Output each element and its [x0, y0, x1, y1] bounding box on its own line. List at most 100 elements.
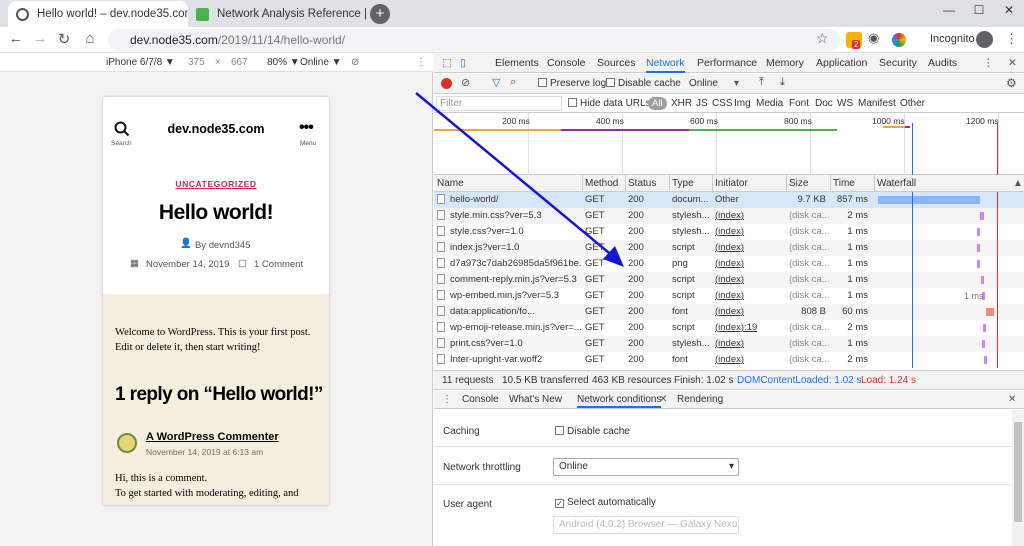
reload-button[interactable]: ↻ [54, 30, 74, 48]
minimize-button[interactable]: — [934, 0, 964, 22]
drawer-tab-whats-new[interactable]: What's New [509, 394, 562, 405]
new-tab-button[interactable]: + [370, 4, 390, 24]
network-select[interactable]: Online ▼ [300, 57, 342, 68]
devtools-tab-console[interactable]: Console [547, 57, 586, 69]
bookmark-star-icon[interactable]: ☆ [816, 30, 829, 47]
category-link[interactable]: UNCATEGORIZED [103, 179, 329, 189]
cell-initiator[interactable]: (index) [712, 208, 786, 224]
drawer-tab-rendering[interactable]: Rendering [677, 394, 723, 405]
home-button[interactable]: ⌂ [80, 30, 100, 47]
type-filter-xhr[interactable]: XHR [671, 98, 692, 109]
table-row[interactable]: comment-reply.min.js?ver=5.3 GET 200 script… [434, 272, 1024, 288]
comments-link[interactable]: 1 Comment [254, 259, 303, 270]
header-name[interactable]: Name [434, 175, 582, 191]
rotate-icon[interactable]: ⊘ [351, 57, 359, 68]
device-select[interactable]: iPhone 6/7/8 ▼ [106, 57, 175, 68]
hide-data-urls-checkbox[interactable]: Hide data URLs [568, 98, 651, 109]
eye-icon[interactable]: ◉ [868, 30, 879, 46]
preserve-log-checkbox[interactable]: Preserve log [538, 78, 606, 89]
maximize-button[interactable]: ☐ [964, 0, 994, 22]
table-row[interactable]: wp-emoji-release.min.js?ver=... GET 200 scr… [434, 320, 1024, 336]
address-bar[interactable]: dev.node35.com/2019/11/14/hello-world/ [108, 29, 840, 51]
devtools-tab-elements[interactable]: Elements [495, 57, 539, 69]
drawer-close-icon[interactable]: ✕ [1008, 394, 1016, 405]
devtools-tab-application[interactable]: Application [816, 57, 867, 69]
post-date[interactable]: November 14, 2019 [146, 259, 229, 270]
type-filter-img[interactable]: Img [734, 98, 751, 109]
sort-up-icon[interactable]: ▲ [1010, 175, 1024, 191]
cell-initiator[interactable]: (index) [712, 256, 786, 272]
table-row[interactable]: print.css?ver=1.0 GET 200 stylesh... (index)… [434, 336, 1024, 352]
header-method[interactable]: Method [582, 175, 625, 191]
cell-initiator[interactable]: (index) [712, 336, 786, 352]
device-toolbar-icon[interactable]: ▯ [460, 57, 466, 69]
incognito-icon[interactable] [976, 31, 993, 48]
drawer-tab-network-conditions[interactable]: Network conditions [577, 394, 662, 408]
tab-network-reference[interactable]: Network Analysis Reference | To × [188, 1, 368, 27]
table-row[interactable]: style.min.css?ver=5.3 GET 200 stylesh... (in… [434, 208, 1024, 224]
table-row[interactable]: d7a973c7dab26985da5f961be... GET 200 png (in… [434, 256, 1024, 272]
disable-cache-checkbox[interactable]: Disable cache [606, 78, 681, 89]
type-filter-js[interactable]: JS [696, 98, 708, 109]
record-icon[interactable] [441, 78, 452, 89]
inspect-element-icon[interactable]: ⬚ [442, 57, 452, 69]
export-har-icon[interactable]: ⤓ [780, 76, 785, 89]
disable-cache-option[interactable]: Disable cache [555, 426, 630, 437]
tab-hello-world[interactable]: Hello world! – dev.node35.com × [8, 1, 188, 27]
type-filter-other[interactable]: Other [900, 98, 925, 109]
drawer-tab-console[interactable]: Console [462, 394, 499, 405]
throttle-chevron-icon[interactable]: ▾ [734, 78, 739, 89]
cell-initiator[interactable]: (index) [712, 224, 786, 240]
device-menu-icon[interactable]: ⋮ [416, 57, 426, 68]
devtools-tab-memory[interactable]: Memory [766, 57, 804, 69]
viewport-height[interactable]: 667 [231, 57, 248, 68]
import-har-icon[interactable]: ⤒ [759, 76, 764, 89]
select-automatically-checkbox[interactable]: ✓ Select automatically [555, 497, 656, 508]
menu-icon[interactable]: ••• [299, 119, 314, 137]
cell-initiator[interactable]: (index) [712, 288, 786, 304]
user-agent-select[interactable]: Android (4.0.2) Browser — Galaxy Nexus [553, 516, 739, 534]
header-status[interactable]: Status [625, 175, 669, 191]
devtools-tab-performance[interactable]: Performance [697, 57, 757, 69]
type-filter-ws[interactable]: WS [837, 98, 853, 109]
header-time[interactable]: Time [830, 175, 874, 191]
cell-initiator[interactable]: (index) [712, 304, 786, 320]
devtools-tab-network[interactable]: Network [646, 57, 685, 73]
type-filter-media[interactable]: Media [756, 98, 783, 109]
header-initiator[interactable]: Initiator [712, 175, 786, 191]
header-waterfall[interactable]: Waterfall [874, 175, 1012, 191]
filter-input[interactable]: Filter [436, 96, 562, 111]
close-window-button[interactable]: ✕ [994, 0, 1024, 22]
devtools-tab-audits[interactable]: Audits [928, 57, 957, 69]
filter-icon[interactable]: ▽ [492, 76, 500, 89]
cell-initiator[interactable]: (index) [712, 272, 786, 288]
timeline-overview[interactable]: 200 ms 400 ms 600 ms 800 ms 1000 ms 1200… [434, 113, 1024, 175]
search-network-icon[interactable]: ⌕ [510, 76, 516, 89]
extension-icon[interactable]: 2 [846, 32, 862, 49]
cell-initiator[interactable]: (index):19 [712, 320, 786, 336]
cell-initiator[interactable]: (index) [712, 352, 786, 368]
table-row[interactable]: style.css?ver=1.0 GET 200 stylesh... (index)… [434, 224, 1024, 240]
throttling-select[interactable]: Online ▾ [553, 458, 739, 476]
scrollbar-thumb[interactable] [1014, 422, 1022, 522]
drawer-menu-icon[interactable]: ⋮ [442, 394, 452, 405]
header-size[interactable]: Size [786, 175, 830, 191]
kebab-menu-icon[interactable]: ⋮ [1005, 31, 1018, 47]
table-row[interactable]: Inter-upright-var.woff2 GET 200 font (index)… [434, 352, 1024, 368]
devtools-tab-security[interactable]: Security [879, 57, 917, 69]
commenter-name[interactable]: A WordPress Commenter [146, 431, 279, 443]
cell-initiator[interactable]: Other [712, 192, 786, 208]
table-row[interactable]: wp-embed.min.js?ver=5.3 GET 200 script (inde… [434, 288, 1024, 304]
table-row[interactable]: data:application/fo... GET 200 font (index) 8… [434, 304, 1024, 320]
header-type[interactable]: Type [669, 175, 712, 191]
back-button[interactable]: ← [6, 30, 26, 47]
devtools-tab-sources[interactable]: Sources [597, 57, 636, 69]
type-filter-font[interactable]: Font [789, 98, 809, 109]
forward-button[interactable]: → [30, 30, 50, 47]
devtools-close-icon[interactable]: ✕ [1008, 57, 1017, 69]
table-row[interactable]: hello-world/GET 200 docum... Other 9.7 KB 857… [434, 192, 1024, 208]
type-filter-all[interactable]: All [648, 97, 667, 110]
viewport-width[interactable]: 375 [188, 57, 205, 68]
table-row[interactable]: index.js?ver=1.0 GET 200 script (index) (disk… [434, 240, 1024, 256]
type-filter-css[interactable]: CSS [712, 98, 733, 109]
